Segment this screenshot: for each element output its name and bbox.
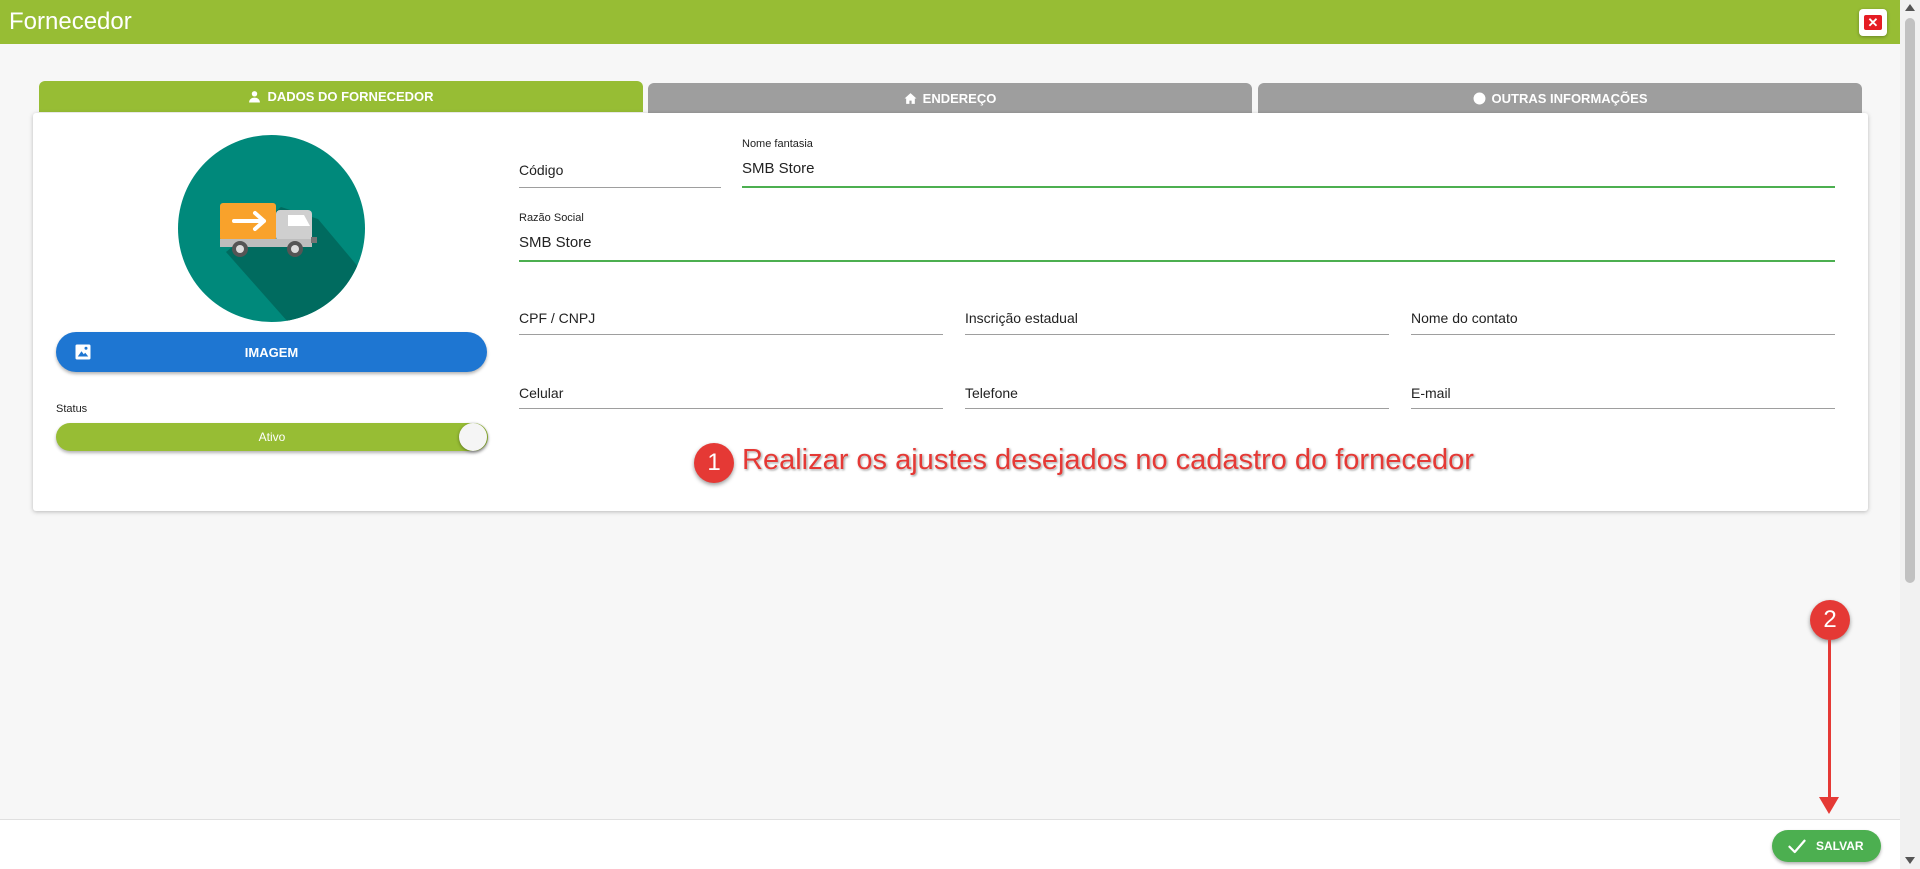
cpf-cnpj-field[interactable]: CPF / CNPJ xyxy=(519,297,943,337)
close-button[interactable]: ✕ xyxy=(1859,9,1887,36)
nome-contato-label: Nome do contato xyxy=(1411,310,1518,326)
razao-social-value: SMB Store xyxy=(519,234,592,251)
check-icon xyxy=(1788,839,1806,854)
cpf-cnpj-label: CPF / CNPJ xyxy=(519,310,596,326)
codigo-label: Código xyxy=(519,162,564,178)
telefone-label: Telefone xyxy=(965,385,1018,401)
window-title: Fornecedor xyxy=(9,8,132,35)
nome-fantasia-value: SMB Store xyxy=(742,160,815,177)
status-toggle[interactable]: Ativo xyxy=(56,423,488,451)
scroll-down-arrow-icon[interactable] xyxy=(1905,857,1915,864)
scroll-up-arrow-icon[interactable] xyxy=(1905,4,1915,11)
telefone-field[interactable]: Telefone xyxy=(965,371,1389,411)
person-icon xyxy=(249,91,261,103)
annotation-badge-1: 1 xyxy=(694,443,734,483)
tab-label: ENDEREÇO xyxy=(922,91,997,106)
inscricao-estadual-field[interactable]: Inscrição estadual xyxy=(965,297,1389,337)
nome-fantasia-field[interactable]: Nome fantasia SMB Store xyxy=(742,136,1835,190)
email-field[interactable]: E-mail xyxy=(1411,371,1835,411)
inscricao-estadual-label: Inscrição estadual xyxy=(965,310,1078,326)
tab-label: OUTRAS INFORMAÇÕES xyxy=(1491,91,1648,106)
tab-dados-do-fornecedor[interactable]: DADOS DO FORNECEDOR xyxy=(39,81,643,112)
truck-icon xyxy=(178,135,365,322)
status-label: Status xyxy=(56,403,88,415)
image-upload-button[interactable]: IMAGEM xyxy=(56,332,487,372)
vertical-scrollbar[interactable] xyxy=(1900,0,1920,869)
close-icon: ✕ xyxy=(1864,15,1882,30)
annotation-text-1: Realizar os ajustes desejados no cadastr… xyxy=(742,444,1474,476)
image-button-label: IMAGEM xyxy=(244,345,299,360)
celular-label: Celular xyxy=(519,385,564,401)
email-label: E-mail xyxy=(1411,385,1451,401)
scrollbar-thumb[interactable] xyxy=(1905,18,1915,583)
annotation-arrow-line xyxy=(1828,640,1831,800)
annotation-badge-2: 2 xyxy=(1810,600,1850,640)
status-toggle-label: Ativo xyxy=(258,430,286,444)
tab-label: DADOS DO FORNECEDOR xyxy=(267,89,434,104)
status-toggle-knob[interactable] xyxy=(459,423,487,451)
nome-fantasia-label: Nome fantasia xyxy=(742,138,813,150)
tab-endereco[interactable]: ENDEREÇO xyxy=(648,83,1252,114)
nome-contato-field[interactable]: Nome do contato xyxy=(1411,297,1835,337)
footer-bar xyxy=(0,819,1900,869)
razao-social-label: Razão Social xyxy=(519,212,584,224)
save-button-label: SALVAR xyxy=(1816,839,1864,853)
tab-outras-informacoes[interactable]: OUTRAS INFORMAÇÕES xyxy=(1258,83,1862,114)
annotation-arrow-head-icon xyxy=(1819,797,1839,814)
info-icon xyxy=(1473,92,1485,105)
save-button[interactable]: SALVAR xyxy=(1772,830,1881,862)
celular-field[interactable]: Celular xyxy=(519,371,943,411)
home-icon xyxy=(904,93,917,104)
codigo-field[interactable]: Código xyxy=(519,150,721,190)
title-bar: Fornecedor ✕ xyxy=(0,0,1900,44)
razao-social-field[interactable]: Razão Social SMB Store xyxy=(519,210,1835,264)
